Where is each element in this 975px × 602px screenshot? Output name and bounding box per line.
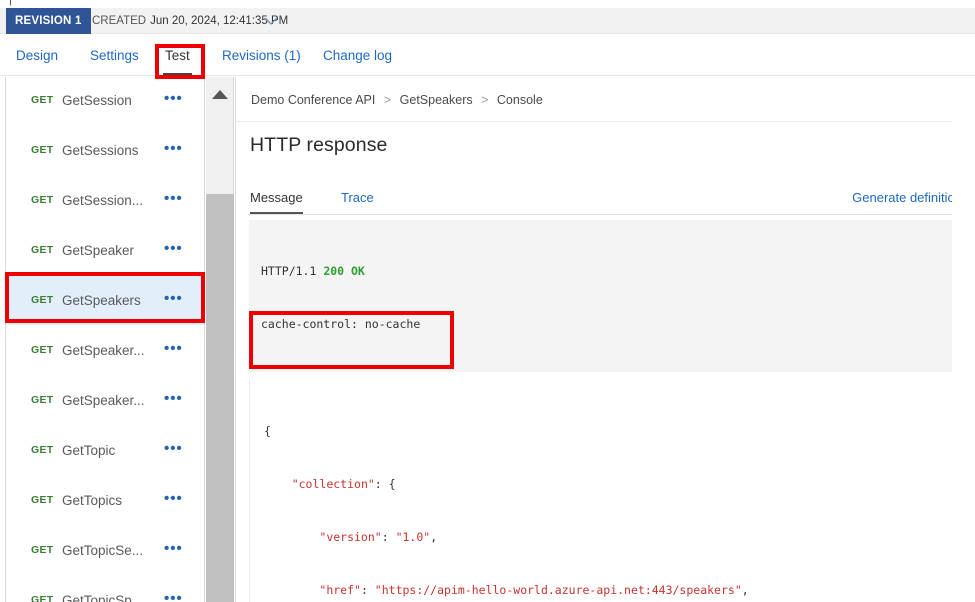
operation-row-getsession[interactable]: GET GetSession ••• [6, 77, 204, 125]
ellipsis-icon[interactable]: ••• [164, 340, 204, 361]
ellipsis-icon[interactable]: ••• [164, 140, 204, 161]
operation-name: GetSpeakers [62, 292, 141, 308]
operation-name: GetTopic [62, 442, 116, 458]
operation-name: GetSpeaker... [62, 392, 145, 408]
breadcrumb-item-operation[interactable]: GetSpeakers [400, 93, 473, 107]
window-top-sliver: | [0, 0, 975, 8]
generate-definition-link[interactable]: Generate definition [852, 180, 962, 215]
breadcrumb: Demo Conference API > GetSpeakers > Cons… [251, 93, 543, 107]
scrollbar-thumb[interactable] [206, 194, 234, 602]
ellipsis-icon[interactable]: ••• [164, 190, 204, 211]
ellipsis-icon[interactable]: ••• [164, 590, 204, 602]
operation-name: GetSpeaker... [62, 342, 145, 358]
operation-row-gettopics[interactable]: GET GetTopics ••• [6, 475, 204, 525]
breadcrumb-divider [236, 121, 975, 122]
primary-nav-tabs: Design Settings Test Revisions (1) Chang… [0, 34, 975, 76]
operation-row-getspeaker-truncated-2[interactable]: GET GetSpeaker... ••• [6, 375, 204, 425]
operation-method: GET [31, 94, 54, 106]
scroll-up-arrow-icon[interactable] [206, 77, 234, 111]
operations-scrollbar[interactable] [206, 77, 234, 602]
ellipsis-icon[interactable]: ••• [164, 390, 204, 411]
ellipsis-icon[interactable]: ••• [164, 240, 204, 261]
operation-name: GetTopics [62, 492, 123, 508]
tab-design[interactable]: Design [14, 34, 60, 76]
operation-name: GetTopicSe... [62, 542, 144, 558]
main-content: Demo Conference API > GetSpeakers > Cons… [235, 77, 975, 602]
operation-method: GET [31, 444, 54, 456]
breadcrumb-separator: > [383, 93, 392, 107]
operation-method: GET [31, 344, 54, 356]
operation-name: GetSession [62, 92, 132, 108]
tab-revisions[interactable]: Revisions (1) [220, 34, 303, 76]
operations-list: GET GetSession ••• GET GetSessions ••• G… [5, 77, 205, 602]
json-line: "href": "https://apim-hello-world.azure-… [319, 582, 749, 597]
operation-method: GET [31, 594, 54, 602]
json-line: "version": "1.0", [319, 529, 438, 544]
breadcrumb-item-api[interactable]: Demo Conference API [251, 93, 375, 107]
revision-created-label: CREATED [92, 15, 147, 27]
http-version: HTTP/1.1 [261, 264, 324, 279]
response-headers-block: HTTP/1.1 200 OK cache-control: no-cache … [249, 220, 966, 372]
response-tabs-rule [248, 214, 964, 215]
header-content-type: content-type: application/vnd.collection… [261, 369, 966, 372]
operation-row-getspeaker[interactable]: GET GetSpeaker ••• [6, 225, 204, 275]
status-badge: 200 OK [323, 264, 365, 279]
revision-created-info: CREATED Jun 20, 2024, 12:41:35 PM [92, 8, 288, 34]
operation-method: GET [31, 194, 54, 206]
operation-name: GetTopicSp... [62, 592, 144, 602]
ellipsis-icon[interactable]: ••• [164, 490, 204, 511]
response-tabs: Message Trace Generate definition [236, 180, 975, 215]
operation-row-getspeaker-truncated-1[interactable]: GET GetSpeaker... ••• [6, 325, 204, 375]
operation-method: GET [31, 144, 54, 156]
json-line: "collection": { [291, 476, 396, 491]
operation-method: GET [31, 394, 54, 406]
operation-method: GET [31, 294, 54, 306]
ellipsis-icon[interactable]: ••• [164, 90, 204, 111]
response-body-block: { "collection": { "version": "1.0", "hre… [249, 379, 966, 602]
ellipsis-icon[interactable]: ••• [164, 290, 204, 311]
page-title: HTTP response [250, 134, 388, 156]
operation-row-gettopicse[interactable]: GET GetTopicSe... ••• [6, 525, 204, 575]
tab-change-log[interactable]: Change log [321, 34, 394, 76]
operation-method: GET [31, 544, 54, 556]
tab-trace[interactable]: Trace [341, 180, 374, 215]
breadcrumb-separator: > [481, 93, 489, 107]
operation-name: GetSpeaker [62, 242, 135, 258]
operation-row-gettopic[interactable]: GET GetTopic ••• [6, 425, 204, 475]
app-root: | REVISION 1 CREATED Jun 20, 2024, 12:41… [0, 0, 975, 602]
cut-off-glyph: | [9, 0, 12, 6]
ellipsis-icon[interactable]: ••• [164, 440, 204, 461]
operation-row-gettopicsp[interactable]: GET GetTopicSp... ••• [6, 575, 204, 602]
revision-bar: REVISION 1 CREATED Jun 20, 2024, 12:41:3… [0, 8, 975, 34]
operation-name: GetSessions [62, 142, 139, 158]
operation-row-getspeakers[interactable]: GET GetSpeakers ••• [6, 275, 204, 325]
tab-test[interactable]: Test [163, 34, 192, 76]
tab-message[interactable]: Message [250, 180, 303, 215]
operation-name: GetSession... [62, 192, 144, 208]
ellipsis-icon[interactable]: ••• [164, 540, 204, 561]
http-status-line: HTTP/1.1 200 OK [261, 263, 966, 281]
operation-row-getsessions[interactable]: GET GetSessions ••• [6, 125, 204, 175]
json-line: { [264, 424, 271, 439]
right-gutter [952, 77, 975, 602]
operation-row-getsession-truncated[interactable]: GET GetSession... ••• [6, 175, 204, 225]
header-cache-control: cache-control: no-cache [261, 316, 421, 331]
breadcrumb-item-console: Console [496, 93, 543, 107]
operation-method: GET [31, 494, 54, 506]
revision-badge: REVISION 1 [6, 8, 91, 34]
operation-method: GET [31, 244, 54, 256]
chevron-down-icon[interactable] [264, 17, 278, 26]
tab-settings[interactable]: Settings [88, 34, 141, 76]
